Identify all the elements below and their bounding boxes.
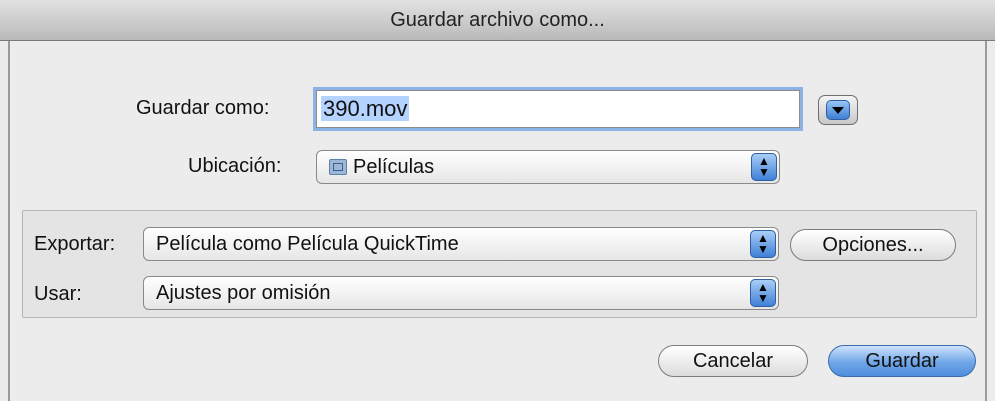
options-button[interactable]: Opciones... <box>790 229 956 261</box>
save-button[interactable]: Guardar <box>828 345 976 377</box>
popup-arrows-icon: ▲ ▼ <box>750 230 776 258</box>
popup-arrows-icon: ▲ ▼ <box>750 279 776 307</box>
location-popup[interactable]: Películas ▲ ▼ <box>316 150 780 184</box>
export-popup[interactable]: Película como Película QuickTime ▲ ▼ <box>143 227 779 261</box>
use-label: Usar: <box>34 283 82 305</box>
use-value: Ajustes por omisión <box>156 282 331 304</box>
export-label: Exportar: <box>34 233 116 255</box>
save-as-label: Guardar como: <box>136 97 270 119</box>
export-value: Película como Película QuickTime <box>156 233 459 255</box>
use-popup[interactable]: Ajustes por omisión ▲ ▼ <box>143 276 779 310</box>
location-value: Películas <box>353 156 435 178</box>
cancel-button[interactable]: Cancelar <box>658 345 808 377</box>
save-as-value: 390.mov <box>321 96 410 121</box>
location-label: Ubicación: <box>188 155 282 177</box>
window-title: Guardar archivo como... <box>0 0 995 41</box>
expand-disclosure-button[interactable] <box>818 95 858 125</box>
popup-arrows-icon: ▲ ▼ <box>751 153 777 181</box>
save-as-input[interactable]: 390.mov <box>316 90 800 128</box>
chevron-down-icon <box>826 100 850 120</box>
folder-icon <box>329 159 347 175</box>
